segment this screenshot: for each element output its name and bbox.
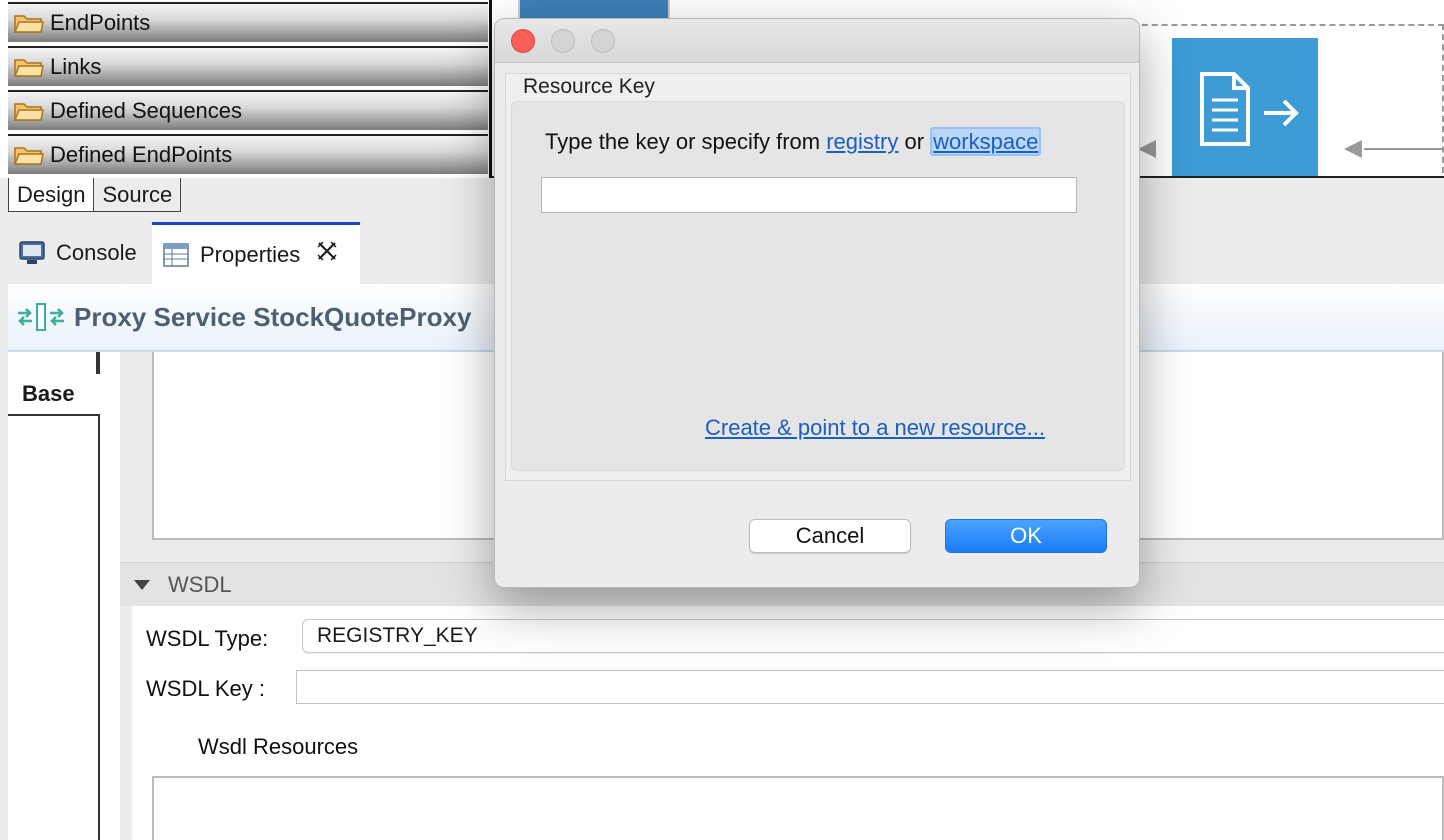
mediator-icon[interactable] [1172,38,1318,176]
palette-item-defined-sequences[interactable]: Defined Sequences [8,90,488,130]
proxy-service-icon[interactable] [518,0,670,20]
proxy-service-icon [16,301,66,333]
wsdl-section-body: WSDL Type: REGISTRY_KEY WSDL Key : Wsdl … [132,606,1444,840]
wsdl-type-value: REGISTRY_KEY [317,624,478,647]
workspace-link[interactable]: workspace [930,127,1042,156]
arrow-left-icon [1138,140,1156,158]
minimize-window-button [551,29,575,53]
folder-icon [14,12,44,34]
key-prompt: Type the key or specify from registry or… [545,127,1042,156]
side-tab-strip [8,352,100,840]
cancel-button[interactable]: Cancel [749,519,911,553]
palette-item-label: Links [50,54,102,79]
console-icon [18,240,46,266]
wsdl-key-label: WSDL Key : [146,676,265,701]
tab-source[interactable]: Source [94,178,182,212]
ok-button[interactable]: OK [945,519,1107,553]
divider [96,352,98,374]
folder-icon [14,144,44,166]
editor-tabs: Design Source [8,178,182,212]
properties-table-icon [162,242,190,268]
properties-title: Proxy Service StockQuoteProxy [74,301,472,332]
arrow-left-icon [1344,140,1362,158]
tab-console-label: Console [56,240,137,265]
tab-console[interactable]: Console [18,222,137,284]
palette-item-label: Defined Sequences [50,98,243,123]
palette-item-links[interactable]: Links [8,46,488,86]
palette-item-defined-endpoints[interactable]: Defined EndPoints [8,134,488,174]
resource-key-dialog: Resource Key Type the key or specify fro… [494,18,1140,588]
tab-properties-label: Properties [200,241,301,267]
folder-icon [14,100,44,122]
palette-item-endpoints[interactable]: EndPoints [8,2,488,42]
zoom-window-button [591,29,615,53]
tab-design[interactable]: Design [8,178,95,212]
dialog-titlebar [495,19,1139,63]
wsdl-key-input[interactable] [296,670,1444,704]
wsdl-type-select[interactable]: REGISTRY_KEY [302,619,1444,653]
wsdl-resources-table[interactable] [152,776,1444,840]
connector-line [1364,148,1444,150]
create-new-resource-link[interactable]: Create & point to a new resource... [705,415,1045,441]
registry-link[interactable]: registry [826,129,898,154]
palette-item-label: EndPoints [50,10,151,35]
close-window-button[interactable] [511,29,535,53]
folder-icon [14,56,44,78]
wsdl-type-label: WSDL Type: [146,626,269,651]
resource-key-group-label: Resource Key [523,75,655,99]
tab-properties[interactable]: Properties [152,222,360,284]
palette-item-label: Defined EndPoints [50,142,233,167]
wsdl-resources-label: Wsdl Resources [198,734,359,759]
tab-base[interactable]: Base [8,374,100,416]
resource-key-input[interactable] [541,177,1077,213]
close-icon[interactable] [316,240,338,269]
wsdl-section-title: WSDL [168,571,232,597]
collapse-triangle-icon[interactable] [134,579,150,590]
key-prompt-text: Type the key or specify from [545,129,827,154]
or-text: or [898,129,931,154]
tool-palette: EndPoints Links Defined Sequences Define… [0,0,492,178]
